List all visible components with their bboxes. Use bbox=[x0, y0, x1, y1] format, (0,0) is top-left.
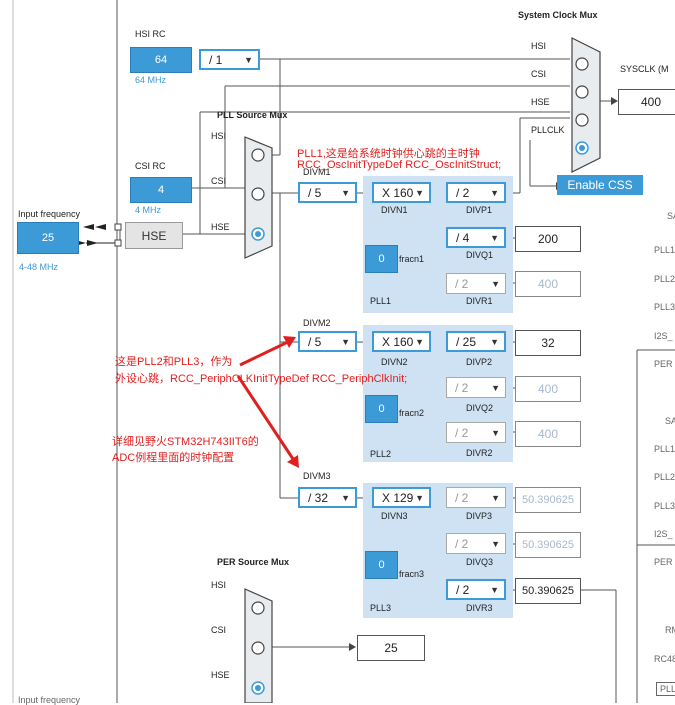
right-pll5: PLL2 bbox=[654, 472, 675, 482]
annotation-pll23-line1: 这是PLL2和PLL3，作为 bbox=[115, 356, 233, 368]
right-pll2: PLL2 bbox=[654, 274, 675, 284]
right-pll1: PLL1 bbox=[654, 245, 675, 255]
per-source-mux[interactable] bbox=[0, 0, 675, 703]
right-sa1: SA bbox=[667, 211, 675, 221]
right-per1: PER bbox=[654, 359, 673, 369]
right-pll6: PLL3 bbox=[654, 501, 675, 511]
right-per2: PER bbox=[654, 557, 673, 567]
right-pll7: PLL1 bbox=[656, 682, 675, 696]
annotation-pll1-line2: RCC_OscInitTypeDef RCC_OscInitStruct; bbox=[297, 159, 502, 171]
right-i2s2: I2S_ bbox=[654, 529, 673, 539]
annotation-pll23-line2: 外设心跳，RCC_PeriphCLKInitTypeDef RCC_Periph… bbox=[115, 373, 408, 385]
right-sa2: SA bbox=[665, 416, 675, 426]
right-pll4: PLL1 bbox=[654, 444, 675, 454]
annotation-ref-line2: ADC例程里面的时钟配置 bbox=[112, 452, 235, 464]
per-output-value[interactable]: 25 bbox=[357, 635, 425, 661]
right-rm: RM bbox=[665, 625, 675, 635]
right-rc48: RC48 bbox=[654, 654, 675, 664]
annotation-ref-line1: 详细见野火STM32H743IIT6的 bbox=[112, 436, 259, 448]
right-i2s: I2S_ bbox=[654, 331, 673, 341]
right-pll3: PLL3 bbox=[654, 302, 675, 312]
